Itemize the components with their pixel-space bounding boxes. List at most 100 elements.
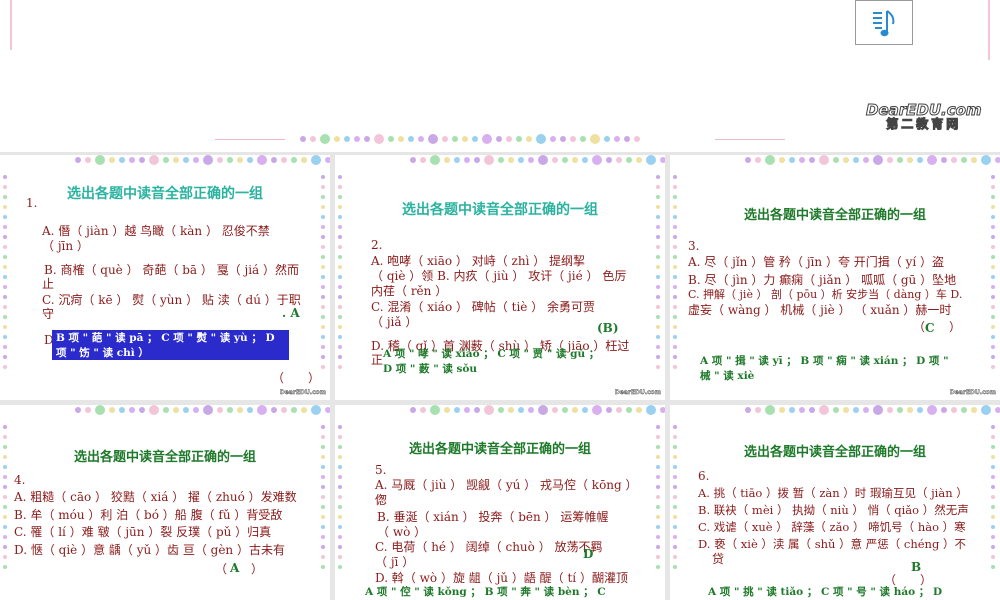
- slide-thumbnail-3[interactable]: 选出各题中读音全部正确的一组 3. A. 尽（ jǐn ）管 矜（ jīn ）夸…: [670, 155, 1000, 400]
- music-button[interactable]: [855, 0, 913, 45]
- decor-dot: [673, 425, 677, 429]
- decor-dot: [183, 407, 189, 413]
- option-line: A. 挑（ tiāo ）拨 暂（ zàn ）时 瑕瑜互见（ jiàn ）: [698, 486, 968, 500]
- slide-thumbnail-6[interactable]: 选出各题中读音全部正确的一组 6. A. 挑（ tiāo ）拨 暂（ zàn ）…: [670, 405, 1000, 600]
- decor-dot: [119, 407, 125, 413]
- decor-dot: [3, 255, 7, 259]
- decor-dot: [580, 136, 586, 142]
- decor-dot: [656, 325, 660, 329]
- decor-dot: [338, 185, 342, 189]
- decor-dot: [991, 235, 995, 239]
- decor-dot: [673, 335, 677, 339]
- option-line: B. 牟（ móu ）利 泊（ bó ）船 腹（ fǔ ）背受敌: [14, 508, 283, 522]
- decor-dot: [516, 136, 522, 142]
- decor-dot: [673, 555, 677, 559]
- decor-dot: [991, 345, 995, 349]
- decor-dot: [354, 136, 360, 142]
- option-line: 虚妄（ wàng ） 机械（ jiè ） （ xuǎn ）赫一时: [688, 303, 952, 317]
- decor-dot: [991, 545, 995, 549]
- decor-dot: [656, 455, 660, 459]
- question-number: 1.: [26, 196, 38, 210]
- decor-dot: [321, 225, 325, 229]
- answer-blank: （ ）: [272, 371, 321, 385]
- decorative-dots: [991, 175, 997, 369]
- question-number: 5.: [375, 463, 387, 477]
- option-line: B. 垂涎（ xián ） 投奔（ bēn ） 运筹帷幄: [377, 510, 609, 524]
- decor-dot: [484, 155, 494, 165]
- decor-dot: [173, 157, 179, 163]
- decor-dot: [941, 407, 947, 413]
- decorative-dots: [321, 425, 327, 569]
- decor-dot: [3, 365, 7, 369]
- decor-dot: [3, 355, 7, 359]
- decor-dot: [614, 136, 620, 142]
- decor-dot: [656, 265, 660, 269]
- decor-dot: [321, 515, 325, 519]
- decor-dot: [518, 407, 524, 413]
- decor-dot: [755, 157, 761, 163]
- decor-dot: [991, 185, 995, 189]
- decor-dot: [321, 185, 325, 189]
- decor-dot: [321, 555, 325, 559]
- decor-dot: [518, 157, 524, 163]
- decor-dot: [3, 295, 7, 299]
- decor-dot: [843, 407, 849, 413]
- decor-dot: [572, 407, 578, 413]
- decor-dot: [129, 407, 135, 413]
- decor-dot: [3, 335, 7, 339]
- answer: (B): [597, 321, 619, 335]
- decor-dot: [338, 535, 342, 539]
- decor-dot: [550, 136, 556, 142]
- decor-dot: [3, 555, 7, 559]
- decor-dot: [321, 305, 325, 309]
- decor-dot: [444, 407, 450, 413]
- decor-dot: [660, 407, 665, 413]
- decor-dot: [991, 335, 995, 339]
- option-line: C. 沉疴（ kē ） 熨（ yùn ） 贴 渎（ dú ）于职: [42, 293, 301, 307]
- slide-thumbnail-2[interactable]: 选出各题中读音全部正确的一组 2. A. 咆哮（ xiāo ） 对峙（ zhì …: [335, 155, 665, 400]
- decor-dot: [300, 136, 306, 142]
- decor-dot: [85, 407, 91, 413]
- decor-dot: [673, 485, 677, 489]
- explanation: A 项 " 挑 " 读 tiǎo ； C 项 " 号 " 读 háo ； D: [708, 586, 943, 598]
- decor-dot: [75, 407, 81, 413]
- slide-thumbnail-1[interactable]: 选出各题中读音全部正确的一组 1. A. 僭（ jiàn ）越 鸟瞰（ kàn …: [0, 155, 330, 400]
- decor-dot: [673, 445, 677, 449]
- decor-dot: [755, 407, 761, 413]
- decor-dot: [462, 136, 468, 142]
- decor-dot: [673, 515, 677, 519]
- border-line: [988, 0, 990, 60]
- decor-dot: [656, 345, 660, 349]
- decor-dot: [582, 157, 588, 163]
- dearedu-logo-small: DearEDU.com: [614, 389, 662, 396]
- decor-dot: [338, 325, 342, 329]
- decor-dot: [338, 525, 342, 529]
- decor-dot: [991, 275, 995, 279]
- decor-dot: [562, 407, 568, 413]
- decor-dot: [3, 535, 7, 539]
- decor-dot: [604, 136, 610, 142]
- decor-dot: [991, 365, 995, 369]
- decor-dot: [338, 475, 342, 479]
- option-line: （ jiǎ ）: [371, 315, 418, 329]
- decor-dot: [656, 275, 660, 279]
- decor-dot: [873, 155, 883, 165]
- decor-dot: [656, 475, 660, 479]
- decor-dot: [646, 155, 656, 165]
- decor-dot: [321, 195, 325, 199]
- decor-dot: [430, 155, 440, 165]
- slide-thumbnail-5[interactable]: 选出各题中读音全部正确的一组 5. A. 马厩（ jiù ） 觊觎（ yú ） …: [335, 405, 665, 600]
- answer: . A: [282, 306, 300, 320]
- decor-dot: [991, 465, 995, 469]
- option-line: （ jīn ）: [42, 239, 89, 253]
- decor-dot: [991, 285, 995, 289]
- decor-dot: [673, 495, 677, 499]
- decor-dot: [408, 136, 414, 142]
- slide-thumbnail-4[interactable]: 选出各题中读音全部正确的一组 4. A. 粗糙（ cāo ） 狡黠（ xiá ）…: [0, 405, 330, 600]
- decor-dot: [338, 505, 342, 509]
- decor-dot: [271, 407, 277, 413]
- decor-dot: [991, 445, 995, 449]
- decor-dot: [3, 515, 7, 519]
- decor-dot: [364, 136, 370, 142]
- decor-dot: [673, 355, 677, 359]
